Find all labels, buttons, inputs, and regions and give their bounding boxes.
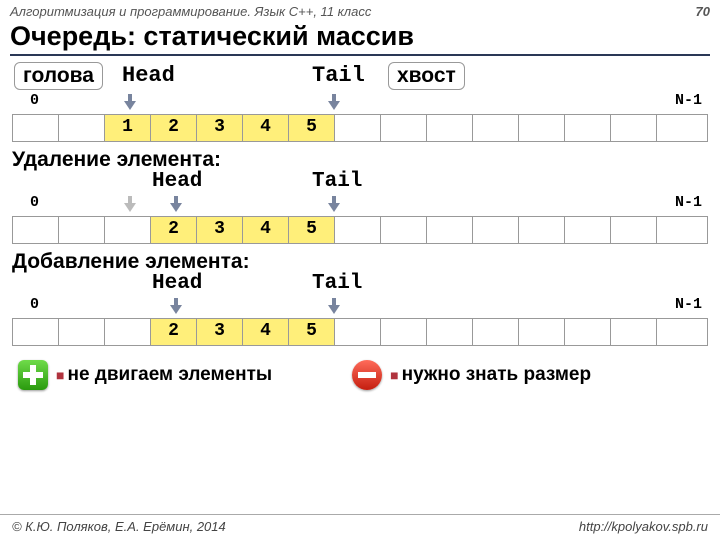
array-cell	[59, 217, 105, 243]
array-cell	[611, 319, 657, 345]
array-cell	[105, 319, 151, 345]
array-cell: 4	[243, 217, 289, 243]
array-cell	[611, 115, 657, 141]
bullet-con: ■нужно знать размер	[352, 360, 591, 390]
array-cell	[13, 319, 59, 345]
array-cell	[335, 217, 381, 243]
arrow-down-icon	[124, 196, 136, 212]
arrow-down-icon	[328, 298, 340, 314]
array-cell: 3	[197, 319, 243, 345]
array-cell: 3	[197, 217, 243, 243]
array-3: 2345	[12, 318, 708, 346]
array-cell: 4	[243, 115, 289, 141]
array-cell	[381, 217, 427, 243]
array-cell: 1	[105, 115, 151, 141]
arrow-down-icon	[170, 298, 182, 314]
array-cell	[565, 319, 611, 345]
array-cell	[427, 319, 473, 345]
tail-label: Tail	[312, 272, 362, 295]
array-cell	[565, 115, 611, 141]
minus-icon	[352, 360, 382, 390]
array-cell: 5	[289, 217, 335, 243]
array-cell	[657, 115, 703, 141]
course-label: Алгоритмизация и программирование. Язык …	[10, 4, 371, 19]
plus-icon	[18, 360, 48, 390]
divider	[10, 54, 710, 56]
array-cell	[473, 319, 519, 345]
array-cell: 5	[289, 319, 335, 345]
index-n1: N-1	[675, 296, 702, 313]
array-cell	[335, 115, 381, 141]
tail-label: Tail	[312, 170, 362, 193]
array-cell: 2	[151, 217, 197, 243]
head-label: Head	[122, 63, 175, 88]
array-cell	[519, 319, 565, 345]
index-zero: 0	[30, 92, 39, 109]
array-cell	[427, 217, 473, 243]
tail-ru-label: хвост	[388, 62, 465, 90]
array-cell	[565, 217, 611, 243]
slide-title: Очередь: статический массив	[0, 21, 720, 54]
array-2: 2345	[12, 216, 708, 244]
array-cell	[611, 217, 657, 243]
con-text: нужно знать размер	[402, 364, 591, 385]
array-cell	[657, 319, 703, 345]
array-cell: 3	[197, 115, 243, 141]
index-n1: N-1	[675, 92, 702, 109]
array-cell: 2	[151, 319, 197, 345]
arrow-down-icon	[328, 94, 340, 110]
head-label: Head	[152, 272, 202, 295]
array-cell	[105, 217, 151, 243]
array-cell	[381, 319, 427, 345]
page-number: 70	[696, 4, 710, 19]
array-cell	[13, 115, 59, 141]
array-cell	[473, 217, 519, 243]
pro-text: не двигаем элементы	[67, 364, 272, 385]
section-add: Добавление элемента:	[12, 250, 708, 274]
array-cell	[59, 319, 105, 345]
copyright: © К.Ю. Поляков, Е.А. Ерёмин, 2014	[12, 519, 226, 534]
array-cell	[59, 115, 105, 141]
array-cell: 5	[289, 115, 335, 141]
index-n1: N-1	[675, 194, 702, 211]
head-ru-label: голова	[14, 62, 103, 90]
array-cell: 4	[243, 319, 289, 345]
tail-label: Tail	[312, 63, 365, 88]
section-delete: Удаление элемента:	[12, 148, 708, 172]
array-cell	[473, 115, 519, 141]
array-cell	[335, 319, 381, 345]
arrow-down-icon	[124, 94, 136, 110]
array-cell	[657, 217, 703, 243]
array-cell	[519, 217, 565, 243]
head-label: Head	[152, 170, 202, 193]
array-cell	[13, 217, 59, 243]
index-zero: 0	[30, 194, 39, 211]
array-1: 12345	[12, 114, 708, 142]
index-zero: 0	[30, 296, 39, 313]
footer-url: http://kpolyakov.spb.ru	[579, 519, 708, 534]
array-cell: 2	[151, 115, 197, 141]
array-cell	[519, 115, 565, 141]
arrow-down-icon	[328, 196, 340, 212]
bullet-pro: ■не двигаем элементы	[18, 360, 272, 390]
arrow-down-icon	[170, 196, 182, 212]
array-cell	[381, 115, 427, 141]
array-cell	[427, 115, 473, 141]
